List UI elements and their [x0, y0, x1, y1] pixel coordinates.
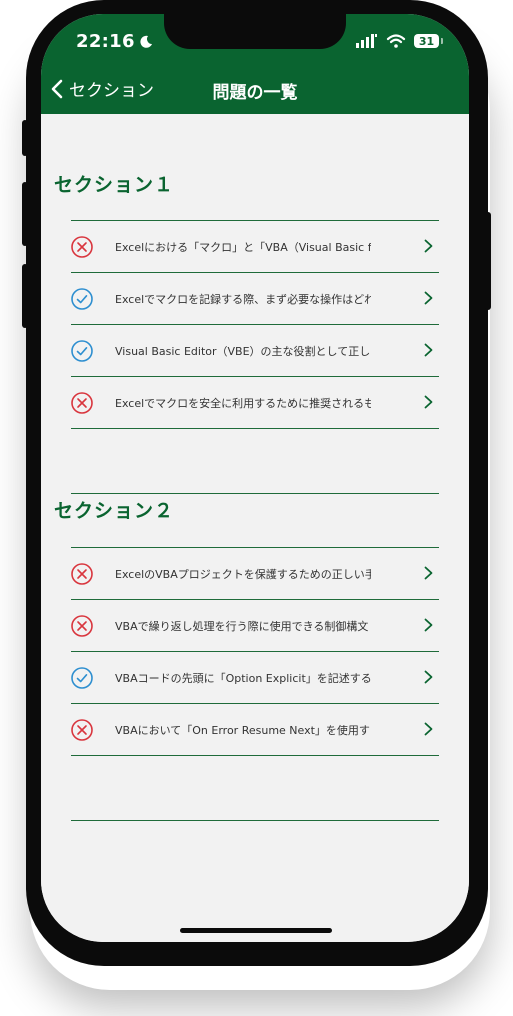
back-button[interactable]: セクション — [51, 76, 154, 101]
wifi-icon — [386, 34, 406, 48]
side-button — [22, 182, 28, 246]
list-item[interactable]: VBAで繰り返し処理を行う際に使用できる制御構文 — [71, 600, 439, 652]
question-text: VBAコードの先頭に「Option Explicit」を記述する — [115, 671, 371, 685]
list-item[interactable]: ExcelのVBAプロジェクトを保護するための正しい手 — [71, 548, 439, 600]
check-circle-icon — [71, 287, 93, 310]
status-time: 22:16 — [76, 31, 153, 52]
chevron-right-icon — [424, 291, 433, 305]
question-text: VBAにおいて「On Error Resume Next」を使用す — [115, 723, 370, 737]
status-time-text: 22:16 — [76, 31, 135, 52]
list-item[interactable]: Excelでマクロを記録する際、まず必要な操作はどれ — [71, 273, 439, 325]
chevron-right-icon — [424, 343, 433, 357]
side-button — [22, 264, 28, 328]
side-button — [22, 120, 28, 156]
cellular-signal-icon — [356, 34, 377, 48]
battery-icon: 31 — [414, 34, 443, 48]
question-text: ExcelのVBAプロジェクトを保護するための正しい手 — [115, 567, 371, 581]
notch — [164, 14, 346, 49]
app-header: 22:16 31 セクション 問題の一覧 — [41, 14, 469, 114]
chevron-right-icon — [424, 722, 433, 736]
section-list: ExcelのVBAプロジェクトを保護するための正しい手 VBAで繰り返し処理を行… — [71, 547, 439, 821]
question-text: VBAで繰り返し処理を行う際に使用できる制御構文 — [115, 619, 369, 633]
side-button — [485, 212, 491, 310]
home-indicator[interactable] — [180, 928, 332, 933]
back-button-label: セクション — [69, 81, 154, 101]
divider — [71, 493, 439, 494]
x-circle-icon — [71, 391, 93, 414]
x-circle-icon — [71, 718, 93, 741]
question-text: Excelでマクロを安全に利用するために推奨されるも — [115, 396, 371, 410]
list-item[interactable]: Excelにおける「マクロ」と「VBA（Visual Basic f — [71, 221, 439, 273]
x-circle-icon — [71, 235, 93, 258]
chevron-right-icon — [424, 239, 433, 253]
check-circle-icon — [71, 339, 93, 362]
list-item[interactable]: Excelでマクロを安全に利用するために推奨されるも — [71, 377, 439, 429]
chevron-right-icon — [424, 566, 433, 580]
screen: 22:16 31 セクション 問題の一覧 セクション１ Excelにおける「マク… — [41, 14, 469, 942]
battery-level: 31 — [418, 34, 435, 48]
moon-icon — [140, 35, 152, 48]
chevron-right-icon — [424, 395, 433, 409]
list-item[interactable]: VBAコードの先頭に「Option Explicit」を記述する — [71, 652, 439, 704]
chevron-right-icon — [424, 670, 433, 684]
list-item[interactable]: VBAにおいて「On Error Resume Next」を使用す — [71, 704, 439, 756]
check-circle-icon — [71, 666, 93, 689]
section-list: Excelにおける「マクロ」と「VBA（Visual Basic f Excel… — [71, 220, 439, 494]
section-title: セクション２ — [54, 500, 175, 522]
question-text: Excelにおける「マクロ」と「VBA（Visual Basic f — [115, 240, 371, 254]
chevron-right-icon — [424, 618, 433, 632]
question-text: Visual Basic Editor（VBE）の主な役割として正し — [115, 344, 371, 358]
status-icons: 31 — [356, 34, 443, 48]
x-circle-icon — [71, 562, 93, 585]
question-text: Excelでマクロを記録する際、まず必要な操作はどれ — [115, 292, 371, 306]
section-title: セクション１ — [54, 174, 175, 196]
home-area — [41, 826, 469, 942]
x-circle-icon — [71, 614, 93, 637]
list-item[interactable]: Visual Basic Editor（VBE）の主な役割として正し — [71, 325, 439, 377]
divider — [71, 820, 439, 821]
chevron-left-icon — [51, 79, 63, 98]
